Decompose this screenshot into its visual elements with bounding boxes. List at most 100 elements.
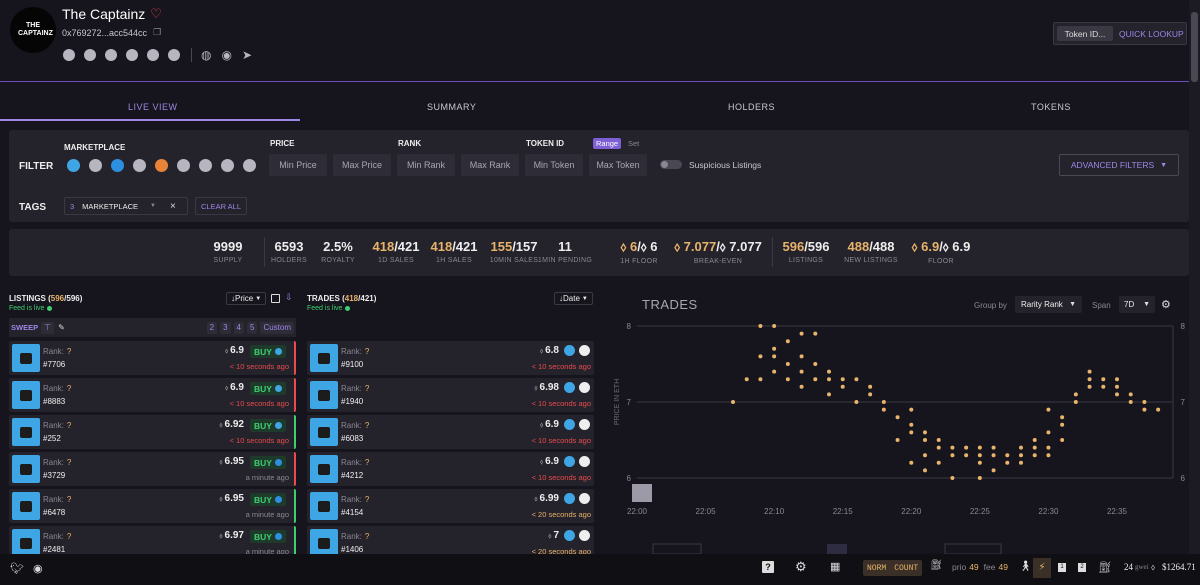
trade-point[interactable]	[840, 384, 845, 389]
tab-holders[interactable]: HOLDERS	[728, 102, 775, 112]
chart-settings-gear-icon[interactable]: ⚙	[1161, 298, 1171, 311]
buy-button[interactable]: BUY	[250, 419, 286, 432]
walk-speed-icon[interactable]: 🚶︎	[1019, 561, 1032, 572]
trade-point[interactable]	[854, 377, 859, 382]
trade-point[interactable]	[1115, 392, 1119, 397]
discord-icon[interactable]: ◉	[221, 48, 231, 62]
sweep-filter-icon[interactable]: ⊤	[41, 321, 55, 334]
trade-point[interactable]	[936, 445, 941, 450]
chart-filter-input[interactable]	[944, 543, 1002, 554]
trade-point[interactable]	[840, 377, 845, 382]
advanced-filters-button[interactable]: ADVANCED FILTERS ▼	[1059, 154, 1179, 176]
discord-icon[interactable]: ◉	[33, 562, 43, 575]
trade-point[interactable]	[799, 384, 804, 389]
trade-point[interactable]	[1019, 453, 1023, 458]
min-rank-input[interactable]: Min Rank	[397, 154, 455, 176]
trade-point[interactable]	[813, 362, 818, 366]
sweep-option-5[interactable]: 5	[246, 321, 258, 334]
trade-point[interactable]	[1060, 438, 1065, 442]
listing-card[interactable]: Rank:? #252 ⬨ 6.92 BUY < 10 seconds ago	[9, 415, 296, 449]
trade-card[interactable]: Rank:? #4212 ⬨ 6.9 < 10 seconds ago	[307, 452, 594, 486]
trade-point[interactable]	[1046, 453, 1051, 458]
trade-card[interactable]: Rank:? #9100 ⬨ 6.8 < 10 seconds ago	[307, 341, 594, 375]
trade-point[interactable]	[772, 354, 777, 359]
trade-point[interactable]	[923, 453, 927, 458]
max-token-input[interactable]: Max Token	[589, 154, 647, 176]
twitter-icon[interactable]: 🐦︎	[10, 562, 24, 575]
looksrare-filter-icon[interactable]	[89, 159, 102, 172]
trade-point[interactable]	[923, 468, 927, 473]
trade-point[interactable]	[785, 339, 790, 344]
sweep-edit-icon[interactable]: ✎	[58, 323, 65, 332]
trade-point[interactable]	[964, 453, 969, 458]
sweep-option-3[interactable]: 3	[220, 321, 231, 334]
trade-point[interactable]	[1115, 384, 1119, 389]
set-toggle[interactable]: Set	[628, 139, 639, 148]
trade-point[interactable]	[950, 476, 955, 480]
max-rank-input[interactable]: Max Rank	[461, 154, 519, 176]
trade-point[interactable]	[799, 369, 804, 374]
trade-point[interactable]	[827, 377, 831, 382]
calendar-icon[interactable]: ▦	[830, 560, 840, 573]
select-all-checkbox[interactable]	[271, 294, 280, 303]
trade-point[interactable]	[744, 377, 749, 382]
trade-point[interactable]	[909, 407, 914, 412]
trade-point[interactable]	[1087, 384, 1092, 389]
trade-point[interactable]	[1032, 445, 1037, 450]
trade-point[interactable]	[909, 422, 914, 427]
trade-point[interactable]	[785, 377, 790, 382]
trade-point[interactable]	[923, 438, 927, 442]
trade-point[interactable]	[1019, 460, 1023, 465]
trade-point[interactable]	[799, 331, 804, 336]
trade-point[interactable]	[895, 438, 900, 442]
nftnerds-filter-icon[interactable]	[243, 159, 256, 172]
trade-point[interactable]	[1142, 407, 1147, 412]
trade-point[interactable]	[799, 354, 804, 359]
x2y2-icon[interactable]	[105, 49, 117, 61]
trade-point[interactable]	[1046, 430, 1051, 435]
trade-point[interactable]	[936, 438, 941, 442]
trade-point[interactable]	[1046, 445, 1051, 450]
trade-point[interactable]	[868, 392, 873, 397]
trade-point[interactable]	[895, 415, 900, 420]
trade-point[interactable]	[964, 445, 969, 450]
trade-point[interactable]	[1005, 453, 1010, 458]
buy-button[interactable]: BUY	[250, 493, 286, 506]
bulk-buy-icon[interactable]: ⇩	[285, 292, 293, 303]
listings-sort-dropdown[interactable]: ↓ Price ▼	[226, 292, 267, 305]
x2y2-filter-icon[interactable]	[111, 159, 124, 172]
page-scrollbar[interactable]	[1189, 0, 1200, 554]
listing-card[interactable]: Rank:? #6478 ⬨ 6.95 BUY a minute ago	[9, 489, 296, 523]
trade-point[interactable]	[785, 362, 790, 366]
trade-point[interactable]	[1142, 400, 1147, 404]
chart-zoom-range[interactable]	[652, 543, 702, 554]
trade-point[interactable]	[758, 354, 763, 359]
priority-two-icon[interactable]: 2	[1078, 563, 1086, 572]
opensea-icon[interactable]	[63, 49, 75, 61]
trade-point[interactable]	[1046, 407, 1051, 412]
listing-card[interactable]: Rank:? #3729 ⬨ 6.95 BUY a minute ago	[9, 452, 296, 486]
help-icon[interactable]: ?	[762, 561, 774, 573]
min-price-input[interactable]: Min Price	[269, 154, 327, 176]
tag-chip-marketplace[interactable]: 3 MARKETPLACE ▼ ×	[64, 197, 188, 215]
trade-point[interactable]	[909, 460, 914, 465]
trade-point[interactable]	[1032, 438, 1037, 442]
gas-settings[interactable]: prio 49 fee 49	[952, 562, 1008, 572]
trade-point[interactable]	[827, 392, 831, 397]
nftnerds-icon[interactable]	[168, 49, 180, 61]
suspicious-toggle[interactable]	[660, 160, 682, 169]
trade-point[interactable]	[854, 400, 859, 404]
trade-point[interactable]	[758, 377, 763, 382]
listing-card[interactable]: Rank:? #7706 ⬨ 6.9 BUY < 10 seconds ago	[9, 341, 296, 375]
tab-tokens[interactable]: TOKENS	[1031, 102, 1071, 112]
blur-icon[interactable]	[147, 49, 159, 61]
buy-button[interactable]: BUY	[250, 530, 286, 543]
trade-point[interactable]	[772, 346, 777, 351]
priority-one-icon[interactable]: 1	[1058, 563, 1066, 572]
trade-point[interactable]	[772, 324, 777, 328]
trade-point[interactable]	[1060, 422, 1065, 427]
trade-point[interactable]	[881, 400, 886, 404]
trade-point[interactable]	[758, 324, 763, 328]
trade-point[interactable]	[991, 445, 996, 450]
trade-point[interactable]	[923, 430, 927, 435]
